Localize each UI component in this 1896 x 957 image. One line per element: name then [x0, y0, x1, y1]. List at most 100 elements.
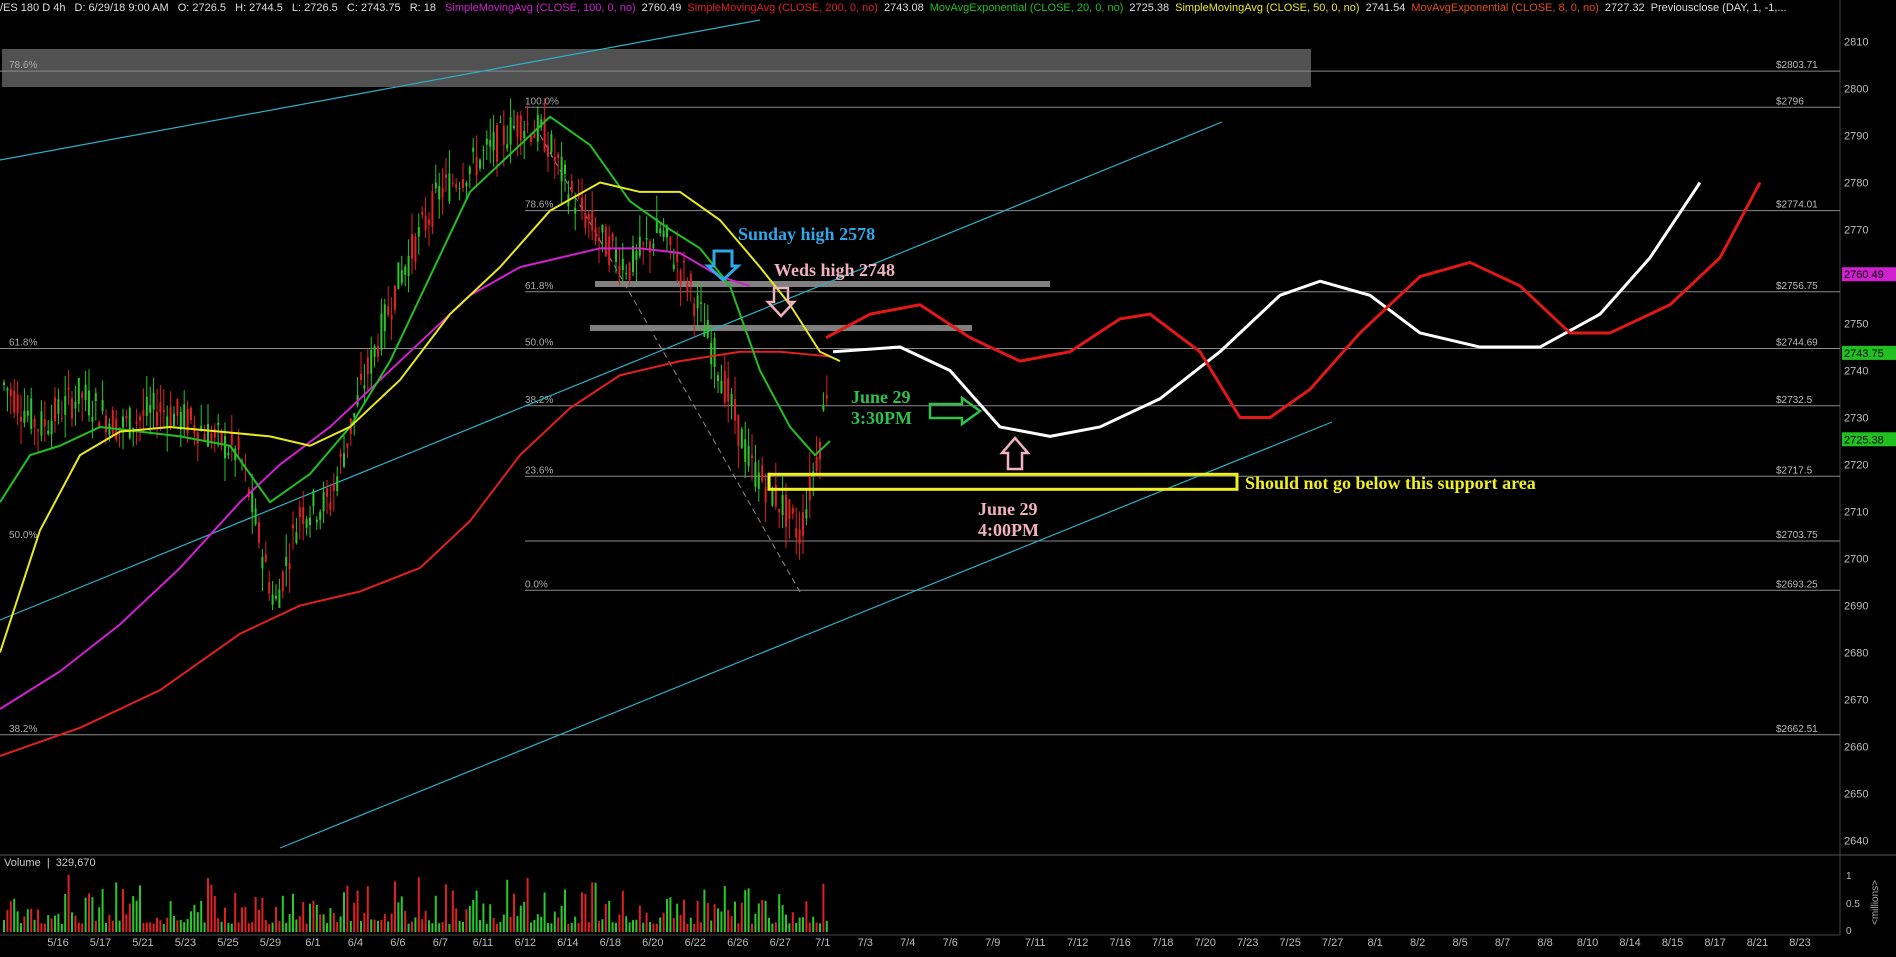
- volume-bar: [632, 920, 634, 932]
- study-label[interactable]: SimpleMovingAvg (CLOSE, 200, 0, no): [687, 2, 878, 14]
- volume-bar: [451, 890, 454, 932]
- volume-bar: [523, 901, 526, 932]
- candle-body: [594, 227, 597, 242]
- candle-body: [91, 417, 94, 423]
- study-label[interactable]: SimpleMovingAvg (CLOSE, 50, 0, no): [1175, 2, 1359, 14]
- volume-bar: [598, 921, 600, 932]
- candle-body: [564, 164, 566, 174]
- candle-body: [509, 117, 512, 145]
- volume-bar: [642, 922, 645, 932]
- volume-bar: [693, 923, 696, 932]
- volume-bar: [397, 902, 400, 932]
- volume-bar: [169, 901, 172, 932]
- candle-body: [438, 185, 441, 200]
- x-tick-label: 6/6: [390, 937, 405, 949]
- candle-body: [13, 390, 16, 413]
- volume-bar: [530, 922, 532, 932]
- study-label[interactable]: Previousclose (DAY, 1, -1,...: [1651, 2, 1787, 14]
- y-tick-label: 2710: [1844, 507, 1868, 519]
- candle-body: [268, 582, 271, 594]
- volume-bar: [84, 897, 87, 932]
- volume-bar: [764, 900, 767, 932]
- price-chart[interactable]: 2640 2650 2660 2670 2680 2690 2700 2710 2720 2730…: [0, 0, 1896, 957]
- volume-bar: [326, 923, 328, 932]
- candle-body: [751, 455, 753, 459]
- candle-body: [645, 237, 648, 240]
- candle-body: [122, 416, 124, 428]
- channel-line-mid: [0, 121, 1223, 621]
- volume-bar: [761, 900, 764, 932]
- volume-bar: [649, 922, 651, 932]
- volume-bar: [519, 905, 522, 932]
- volume-bar: [200, 900, 203, 932]
- volume-bar: [349, 920, 352, 932]
- volume-bar: [210, 884, 213, 932]
- x-tick-label: 7/9: [985, 937, 1000, 949]
- volume-bar: [689, 917, 692, 932]
- candle-body: [547, 145, 549, 157]
- volume-bar: [57, 913, 60, 932]
- volume-bar: [812, 916, 815, 932]
- volume-bar: [88, 893, 90, 932]
- volume-axis-label: 1: [1846, 871, 1852, 882]
- bar-close: C: 2743.75: [346, 2, 401, 14]
- candle-body: [499, 121, 502, 123]
- price-level-label: $2717.5: [1776, 465, 1813, 476]
- volume-bar: [356, 890, 359, 932]
- candle-body: [598, 237, 600, 241]
- volume-bar: [655, 923, 658, 932]
- volume-bar: [336, 921, 339, 932]
- volume-bar: [570, 922, 573, 932]
- june29-330-annotation: June 29 3:30PM: [851, 387, 912, 429]
- candle-body: [20, 416, 22, 422]
- x-tick-label: 8/5: [1452, 937, 1467, 949]
- volume-bar: [808, 922, 811, 932]
- candle-body: [771, 488, 774, 506]
- fib-label: 78.6%: [525, 200, 553, 211]
- candle-body: [642, 242, 645, 245]
- fib-label: 50.0%: [525, 337, 553, 348]
- volume-bar: [683, 899, 685, 932]
- volume-bar: [394, 881, 396, 932]
- volume-bar: [560, 905, 563, 932]
- symbol-label[interactable]: /ES 180 D 4h: [0, 2, 65, 14]
- volume-bar: [781, 905, 784, 932]
- x-tick-label: 6/27: [770, 937, 791, 949]
- price-level-label: $2796: [1776, 96, 1804, 107]
- candle-body: [145, 396, 148, 416]
- x-tick-label: 7/1: [815, 937, 830, 949]
- volume-bar: [601, 919, 604, 932]
- y-tick-label: 2720: [1844, 460, 1868, 472]
- candle-body: [757, 472, 760, 489]
- candle-body: [730, 393, 733, 406]
- volume-bar: [241, 907, 243, 932]
- candle-body: [740, 429, 743, 449]
- candle-body: [649, 241, 651, 253]
- volume-bar: [669, 897, 672, 932]
- candle-body: [387, 306, 390, 316]
- volume-bar: [383, 913, 386, 932]
- candle-body: [445, 174, 447, 178]
- candle-body: [638, 236, 641, 256]
- candle-body: [591, 210, 594, 231]
- candle-body: [217, 422, 220, 426]
- volume-bar: [621, 890, 624, 932]
- candle-body: [414, 236, 417, 263]
- x-tick-label: 8/1: [1367, 937, 1382, 949]
- june400-arrow-icon: [999, 436, 1031, 471]
- study-label[interactable]: MovAvgExponential (CLOSE, 8, 0, no): [1411, 2, 1599, 14]
- candle-body: [230, 433, 233, 445]
- x-tick-label: 8/10: [1577, 937, 1598, 949]
- june29-330-line1: June 29: [851, 387, 911, 407]
- candle-body: [149, 405, 152, 413]
- volume-bar: [635, 919, 638, 932]
- candle-body: [40, 411, 43, 436]
- volume-bar: [465, 909, 468, 932]
- volume-bar: [553, 911, 556, 932]
- volume-bar: [672, 918, 675, 932]
- candle-body: [496, 125, 498, 162]
- x-tick-label: 8/17: [1704, 937, 1725, 949]
- candle-body: [560, 156, 563, 182]
- study-label[interactable]: SimpleMovingAvg (CLOSE, 100, 0, no): [445, 2, 636, 14]
- study-label[interactable]: MovAvgExponential (CLOSE, 20, 0, no): [930, 2, 1124, 14]
